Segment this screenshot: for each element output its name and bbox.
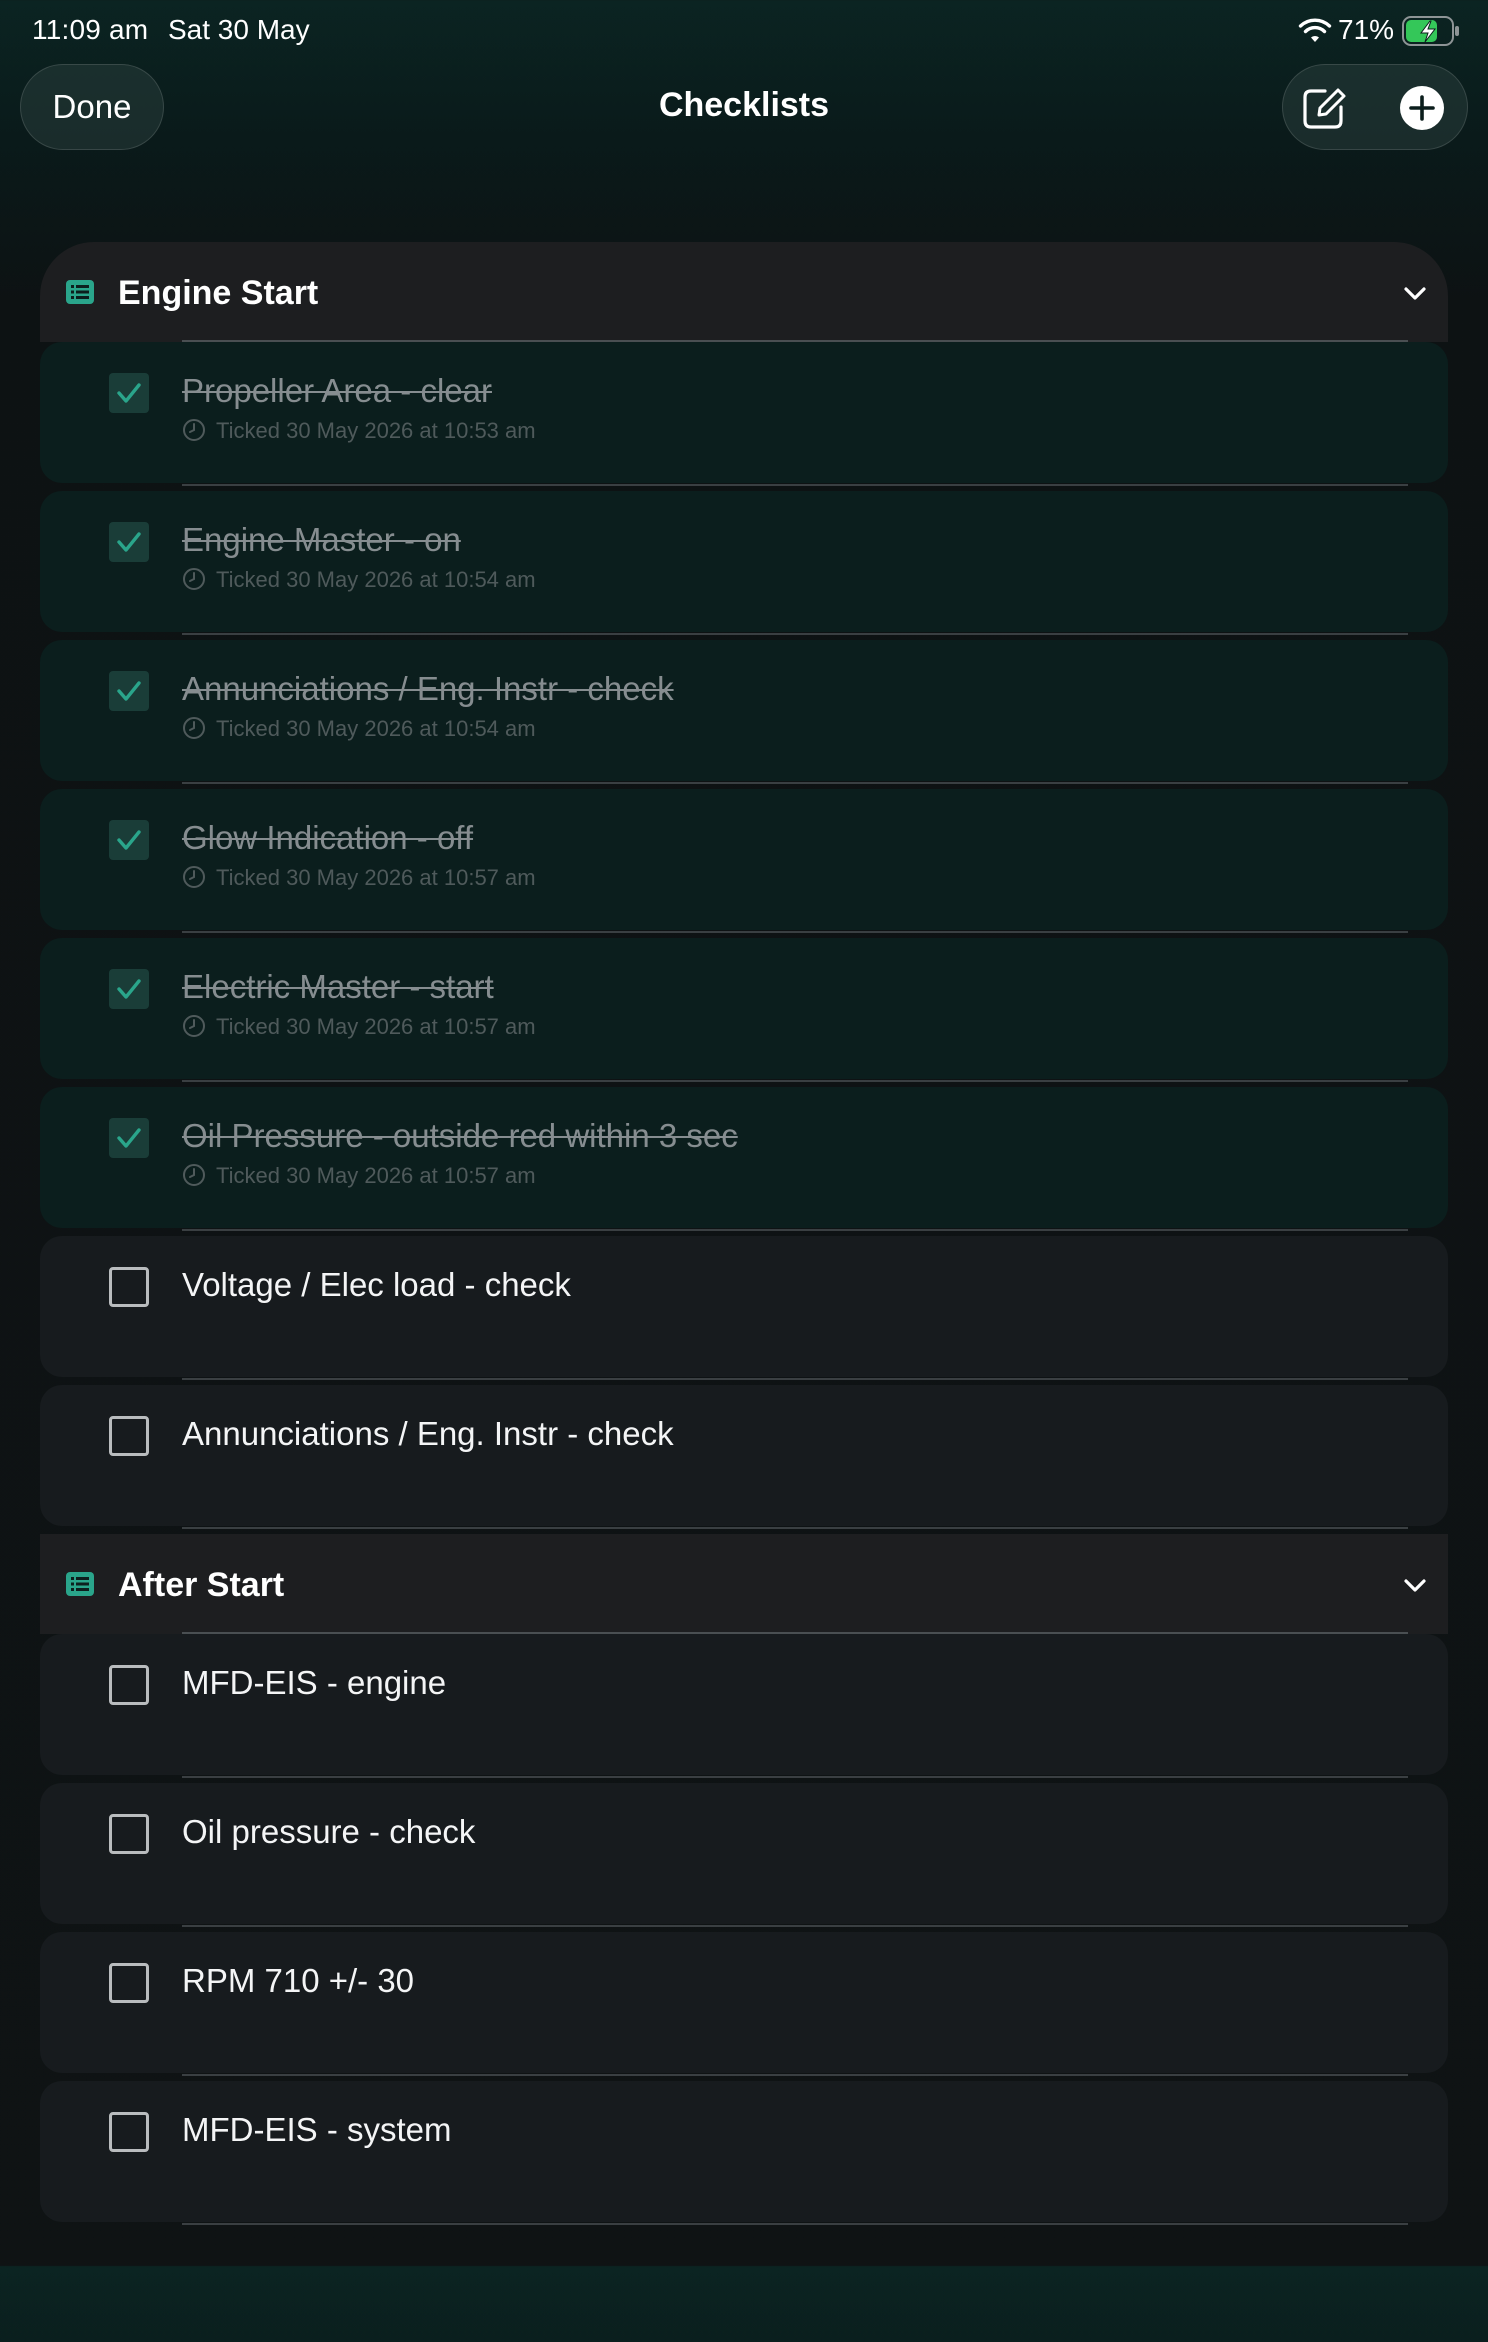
checkbox-unchecked[interactable] xyxy=(109,2112,149,2152)
checklist-item-label: Voltage / Elec load - check xyxy=(182,1266,571,1303)
divider xyxy=(182,782,1408,784)
checklist-item-card: Engine Master - on Ticked 30 May 2026 at … xyxy=(40,491,1448,632)
divider xyxy=(182,1229,1408,1231)
checklist-item[interactable]: Electric Master - start Ticked 30 May 202… xyxy=(40,938,1448,1087)
section-title: After Start xyxy=(118,1566,285,1604)
checklist-item-label: Electric Master - start xyxy=(182,968,494,1005)
section-header[interactable]: After Start xyxy=(40,1534,1448,1634)
checklist-item-card: Voltage / Elec load - check xyxy=(40,1236,1448,1377)
section-header[interactable]: Engine Start xyxy=(40,242,1448,342)
divider xyxy=(182,1378,1408,1380)
checklist-item[interactable]: Engine Master - on Ticked 30 May 2026 at … xyxy=(40,491,1448,640)
checklist-item-label: MFD-EIS - system xyxy=(182,2111,452,2148)
divider xyxy=(182,2223,1408,2225)
clock-icon xyxy=(182,1163,206,1187)
wifi-icon xyxy=(1298,18,1332,44)
checkbox-unchecked[interactable] xyxy=(109,1416,149,1456)
checkbox-unchecked[interactable] xyxy=(109,1814,149,1854)
ticked-timestamp: Ticked 30 May 2026 at 10:57 am xyxy=(216,1014,536,1039)
nav-actions-group xyxy=(1282,64,1468,150)
checklist-item-card: Oil Pressure - outside red within 3 sec T… xyxy=(40,1087,1448,1228)
checklist-item-label: Annunciations / Eng. Instr - check xyxy=(182,670,674,707)
checkbox-unchecked[interactable] xyxy=(109,1267,149,1307)
checklist-item-card: Oil pressure - check xyxy=(40,1783,1448,1924)
clock-icon xyxy=(182,418,206,442)
status-bar: 11:09 am Sat 30 May 71% xyxy=(0,0,1488,62)
clock-icon xyxy=(182,865,206,889)
checkbox-unchecked[interactable] xyxy=(109,1665,149,1705)
checklist-item-label: MFD-EIS - engine xyxy=(182,1664,447,1701)
ticked-timestamp: Ticked 30 May 2026 at 10:57 am xyxy=(216,1163,536,1188)
checklist-item-label: Oil pressure - check xyxy=(182,1813,476,1850)
checklist-item-card: Propeller Area - clear Ticked 30 May 2026… xyxy=(40,342,1448,483)
checklist-item-card: RPM 710 +/- 30 xyxy=(40,1932,1448,2073)
ticked-timestamp: Ticked 30 May 2026 at 10:54 am xyxy=(216,567,536,592)
divider xyxy=(182,1776,1408,1778)
list-icon xyxy=(66,1572,94,1596)
compose-icon[interactable] xyxy=(1299,83,1349,133)
checklist-list: Engine Start Propeller Area - clear Ticked… xyxy=(40,242,1448,2342)
divider xyxy=(182,2074,1408,2076)
divider xyxy=(182,1080,1408,1082)
checklist-item[interactable]: Annunciations / Eng. Instr - check Ticked… xyxy=(40,640,1448,789)
divider xyxy=(182,633,1408,635)
divider xyxy=(182,1527,1408,1529)
checkbox-checked[interactable] xyxy=(109,820,149,860)
checklist-item-card: MFD-EIS - system xyxy=(40,2081,1448,2222)
list-icon xyxy=(66,280,94,304)
page-title: Checklists xyxy=(658,86,830,124)
chevron-down-icon[interactable] xyxy=(1400,1570,1430,1600)
checklist-item[interactable]: RPM 710 +/- 30 xyxy=(40,1932,1448,2081)
checklist-item-label: Oil Pressure - outside red within 3 sec xyxy=(182,1117,738,1154)
checklist-item-card: Electric Master - start Ticked 30 May 202… xyxy=(40,938,1448,1079)
checklist-item[interactable]: Glow Indication - off Ticked 30 May 2026 … xyxy=(40,789,1448,938)
checklist-item[interactable]: Oil pressure - check xyxy=(40,1783,1448,1932)
ticked-timestamp: Ticked 30 May 2026 at 10:57 am xyxy=(216,865,536,890)
checklist-item-label: Annunciations / Eng. Instr - check xyxy=(182,1415,674,1452)
chevron-down-icon[interactable] xyxy=(1400,278,1430,308)
checklist-item-label: RPM 710 +/- 30 xyxy=(182,1962,415,1999)
status-date: Sat 30 May xyxy=(168,14,310,45)
checklist-item-label: Engine Master - on xyxy=(182,521,461,558)
status-time: 11:09 am xyxy=(32,14,149,45)
checklist-item-card: MFD-EIS - engine xyxy=(40,1634,1448,1775)
clock-icon xyxy=(182,716,206,740)
divider xyxy=(182,484,1408,486)
divider xyxy=(182,931,1408,933)
checkbox-checked[interactable] xyxy=(109,969,149,1009)
done-button[interactable]: Done xyxy=(20,64,164,150)
checklist-item[interactable]: MFD-EIS - system xyxy=(40,2081,1448,2230)
clock-icon xyxy=(182,567,206,591)
divider xyxy=(182,1925,1408,1927)
checklist-item-card: Annunciations / Eng. Instr - check xyxy=(40,1385,1448,1526)
plus-circle-icon[interactable] xyxy=(1399,85,1445,131)
checklist-item-card: Annunciations / Eng. Instr - check Ticked… xyxy=(40,640,1448,781)
checklist-item[interactable]: Annunciations / Eng. Instr - check xyxy=(40,1385,1448,1534)
checkbox-checked[interactable] xyxy=(109,671,149,711)
battery-icon xyxy=(1402,16,1460,46)
section-title: Engine Start xyxy=(118,274,319,312)
checklist-item[interactable]: Propeller Area - clear Ticked 30 May 2026… xyxy=(40,342,1448,491)
checklist-item[interactable]: Voltage / Elec load - check xyxy=(40,1236,1448,1385)
checkbox-checked[interactable] xyxy=(109,522,149,562)
ticked-timestamp: Ticked 30 May 2026 at 10:53 am xyxy=(216,418,536,443)
battery-percent: 71% xyxy=(1338,14,1395,45)
checklist-item-label: Glow Indication - off xyxy=(182,819,474,856)
clock-icon xyxy=(182,1014,206,1038)
checklist-item[interactable]: Oil Pressure - outside red within 3 sec T… xyxy=(40,1087,1448,1236)
checklist-item[interactable]: MFD-EIS - engine xyxy=(40,1634,1448,1783)
checkbox-unchecked[interactable] xyxy=(109,1963,149,2003)
checkbox-checked[interactable] xyxy=(109,1118,149,1158)
checkbox-checked[interactable] xyxy=(109,373,149,413)
checklist-item-card: Glow Indication - off Ticked 30 May 2026 … xyxy=(40,789,1448,930)
checklist-item-label: Propeller Area - clear xyxy=(182,372,492,409)
ticked-timestamp: Ticked 30 May 2026 at 10:54 am xyxy=(216,716,536,741)
